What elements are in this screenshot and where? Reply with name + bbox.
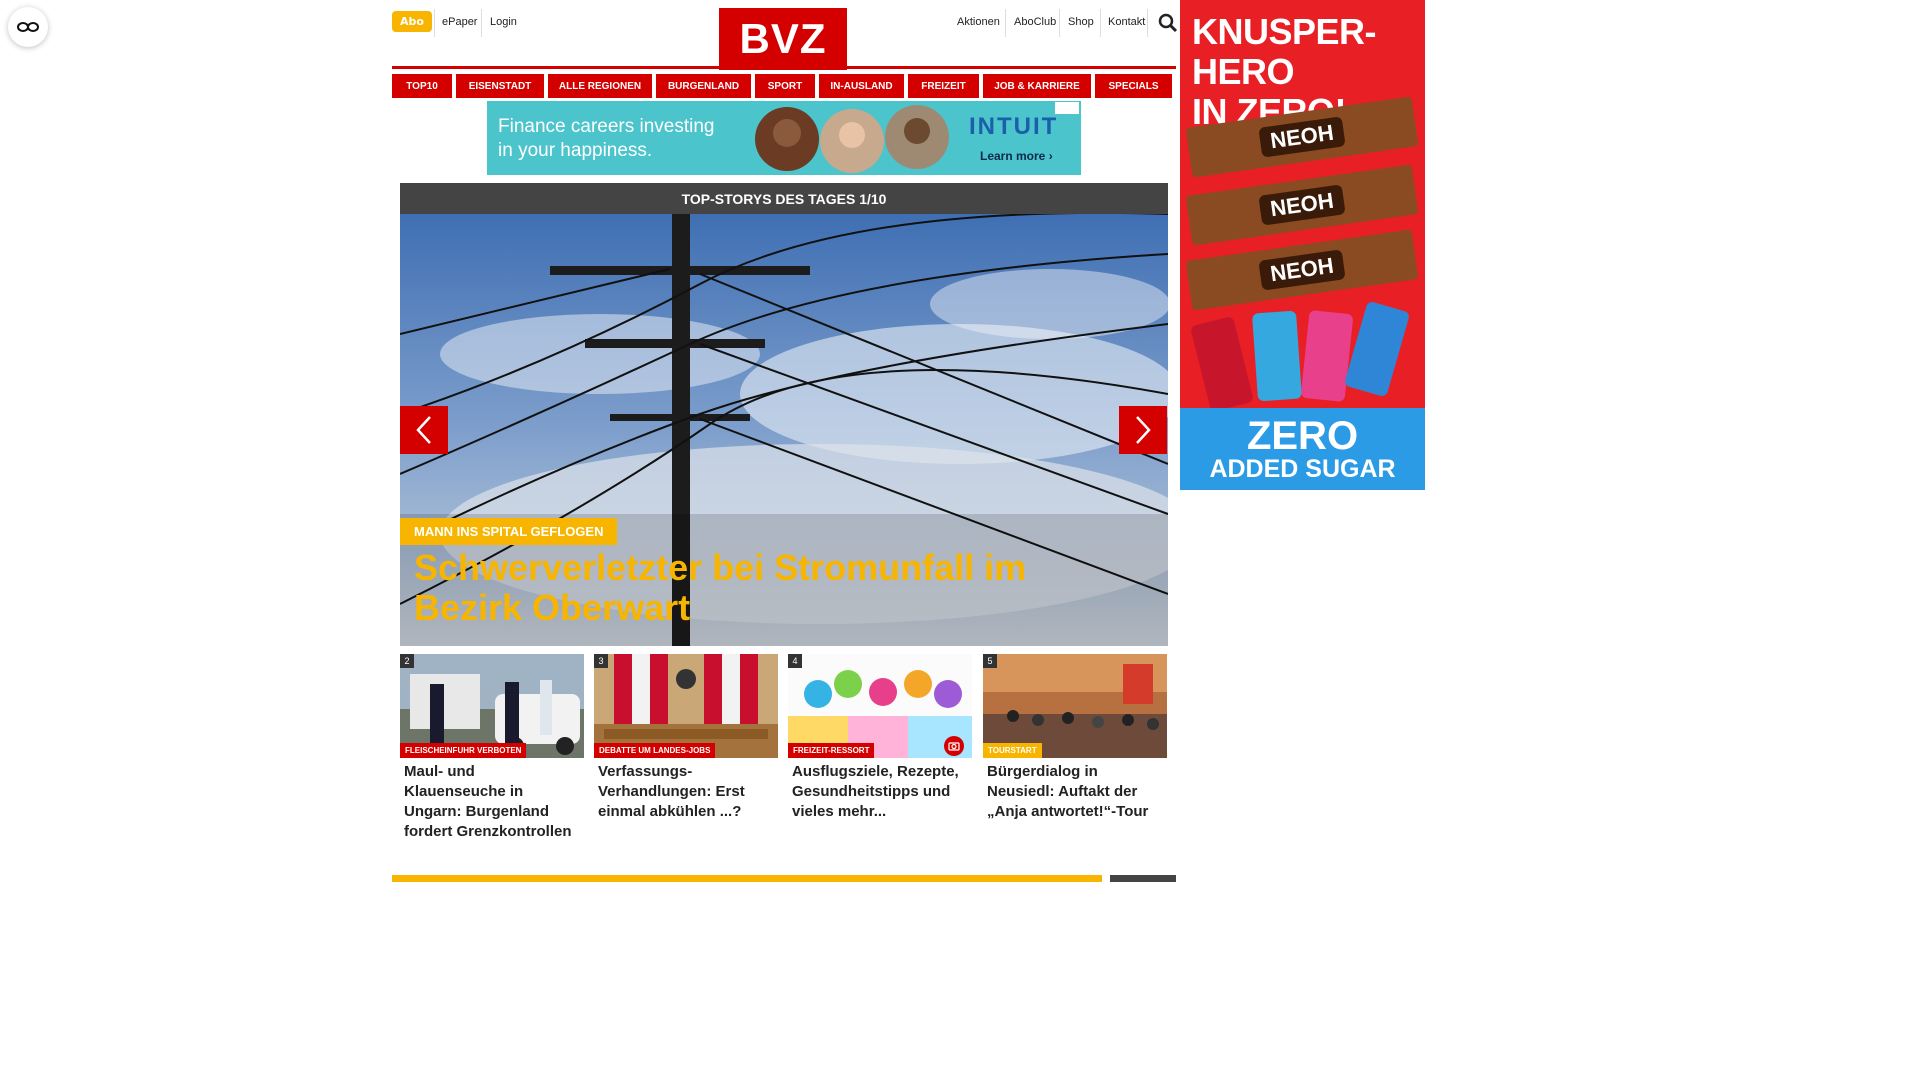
ad-banner[interactable]: Finance careers investing in your happin… [487, 101, 1081, 175]
section-bar [392, 875, 1102, 882]
story-title[interactable]: Ausflugsziele, Rezepte, Gesundheitstipps… [788, 758, 972, 822]
product-pack [1300, 309, 1354, 403]
story-tag: DEBATTE UM LANDES-JOBS [594, 743, 716, 758]
camera-icon [944, 736, 964, 756]
nav-burgenland[interactable]: BURGENLAND [656, 74, 751, 98]
hero-title[interactable]: Schwerverletzter bei Stromunfall im Bezi… [414, 548, 1114, 628]
story-card[interactable]: 3 DEBATTE UM LANDES-JOBS Verfassungs-Ver… [594, 654, 778, 822]
nav-link-shop[interactable]: Shop [1068, 16, 1094, 28]
ad-text: Finance careers investing in your happin… [498, 115, 715, 163]
side-ad-zero: ZERO [1246, 414, 1359, 458]
chevron-right-icon [1136, 416, 1151, 444]
story-tag: FREIZEIT-RESSORT [788, 743, 875, 758]
search-icon[interactable] [1158, 13, 1178, 33]
ad-brand: INTUIT [969, 113, 1059, 140]
divider [1005, 9, 1006, 37]
nav-job-karriere[interactable]: JOB & KARRIERE [983, 74, 1091, 98]
top-stories-header: TOP-STORYS DES TAGES 1/10 [400, 183, 1168, 214]
story-number: 4 [788, 654, 802, 668]
story-image: 5 TOURSTART [983, 654, 1167, 758]
nav-freizeit[interactable]: FREIZEIT [908, 74, 979, 98]
side-ad[interactable]: KNUSPER-HERO IN ZERO! NEOH NEOH NEOH ZER… [1180, 0, 1425, 490]
divider [1147, 9, 1148, 37]
product-bar-label: NEOH [1258, 184, 1346, 226]
divider [481, 9, 482, 37]
story-tag: TOURSTART [983, 743, 1042, 758]
next-slide-button[interactable] [1119, 406, 1167, 454]
nav-link-kontakt[interactable]: Kontakt [1108, 16, 1145, 28]
top-bar: Abo ePaper Login BVZ Aktionen AboClub Sh… [392, 0, 1178, 70]
ad-line2: in your happiness. [498, 140, 653, 161]
nav-eisenstadt[interactable]: EISENSTADT [456, 74, 544, 98]
glasses-icon [17, 22, 39, 32]
site-logo[interactable]: BVZ [719, 8, 847, 70]
nav-specials[interactable]: SPECIALS [1095, 74, 1172, 98]
story-title[interactable]: Bürgerdialog in Neusiedl: Auftakt der „A… [983, 758, 1167, 822]
divider [1059, 9, 1060, 37]
story-image: 3 DEBATTE UM LANDES-JOBS [594, 654, 778, 758]
nav-alle-regionen[interactable]: ALLE REGIONEN [548, 74, 652, 98]
section-bar-dark [1110, 875, 1176, 882]
story-number: 3 [594, 654, 608, 668]
hero-slide[interactable]: MANN INS SPITAL GEFLOGEN Schwerverletzte… [400, 214, 1168, 646]
abo-button[interactable]: Abo [392, 11, 432, 32]
adchoices-icon[interactable] [1055, 102, 1079, 114]
reader-mode-button[interactable] [8, 7, 48, 47]
main-nav: TOP10 EISENSTADT ALLE REGIONEN BURGENLAN… [392, 74, 1176, 98]
story-card[interactable]: 5 TOURSTART Bürgerdialog in Neusiedl: Au… [983, 654, 1167, 822]
story-image: 2 FLEISCHEINFUHR VERBOTEN [400, 654, 584, 758]
side-ad-line1: KNUSPER-HERO [1192, 11, 1377, 92]
story-card[interactable]: 2 FLEISCHEINFUHR VERBOTEN Maul- und Klau… [400, 654, 584, 842]
nav-link-aboclub[interactable]: AboClub [1014, 16, 1056, 28]
divider [1100, 9, 1101, 37]
hero-kicker: MANN INS SPITAL GEFLOGEN [400, 518, 618, 545]
nav-top10[interactable]: TOP10 [392, 74, 452, 98]
nav-sport[interactable]: SPORT [755, 74, 815, 98]
chevron-left-icon [416, 416, 431, 444]
login-link[interactable]: Login [490, 16, 517, 28]
product-pack [1343, 300, 1411, 398]
product-pack [1251, 310, 1303, 402]
product-bar-label: NEOH [1258, 249, 1346, 291]
header-rule [392, 66, 1176, 69]
side-ad-sugar: ADDED SUGAR [1209, 455, 1396, 483]
ad-line1: Finance careers investing [498, 116, 715, 137]
product-bar-label: NEOH [1258, 116, 1346, 158]
nav-link-aktionen[interactable]: Aktionen [957, 16, 1000, 28]
story-title[interactable]: Verfassungs-Verhandlungen: Erst einmal a… [594, 758, 778, 822]
story-number: 5 [983, 654, 997, 668]
ad-cta[interactable]: Learn more › [980, 149, 1053, 163]
story-title[interactable]: Maul- und Klauenseuche in Ungarn: Burgen… [400, 758, 584, 842]
story-card[interactable]: 4 FREIZEIT-RESSORT Ausflugsziele, Rezept… [788, 654, 972, 822]
epaper-link[interactable]: ePaper [442, 16, 477, 28]
side-ad-footer: ZERO ADDED SUGAR [1180, 408, 1425, 490]
story-number: 2 [400, 654, 414, 668]
divider [434, 9, 435, 37]
nav-in-ausland[interactable]: IN-AUSLAND [819, 74, 904, 98]
story-image: 4 FREIZEIT-RESSORT [788, 654, 972, 758]
prev-slide-button[interactable] [400, 406, 448, 454]
ad-people-image [755, 105, 949, 173]
story-tag: FLEISCHEINFUHR VERBOTEN [400, 743, 527, 758]
product-pack [1190, 315, 1254, 413]
